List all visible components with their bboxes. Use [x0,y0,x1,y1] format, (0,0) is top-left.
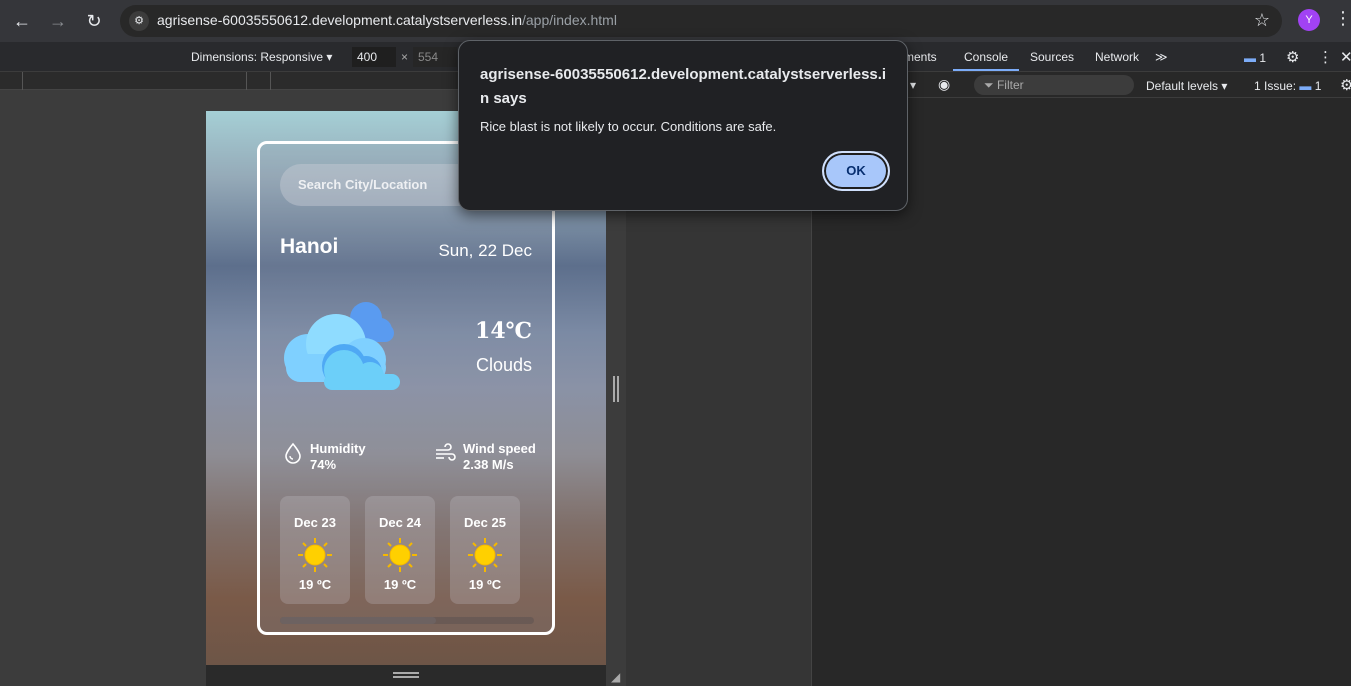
issues-link[interactable]: 1 Issue: ▬ 1 [1254,79,1321,93]
forecast-date: Dec 23 [294,515,336,530]
width-input[interactable]: 400 [352,47,396,67]
temperature: 14℃ [475,318,532,344]
sun-icon [382,537,418,578]
filter-input[interactable]: ⏷ Filter [974,75,1134,95]
default-levels-dropdown[interactable]: Default levels ▾ [1146,79,1227,93]
url-text[interactable]: agrisense-60035550612.development.cataly… [157,12,617,28]
forecast-temp: 19 ºC [383,577,417,592]
profile-avatar[interactable]: Y [1298,9,1320,31]
times-sign: × [401,50,409,64]
browser-toolbar: ← → ↻ ⚙ agrisense-60035550612.developmen… [0,0,1351,42]
alert-dialog: agrisense-60035550612.development.cataly… [458,40,908,211]
filter-icon: ⏷ [984,78,994,92]
dimensions-label: Dimensions: Responsive [191,50,324,64]
url-host: agrisense-60035550612.development.cataly… [157,12,522,28]
width-resize-handle[interactable] [613,376,619,402]
humidity-value: 74% [310,457,337,472]
current-date: Sun, 22 Dec [438,241,532,260]
dialog-message: Rice blast is not likely to occur. Condi… [480,119,777,134]
message-icon: ▬ [1244,51,1256,65]
issues-badge[interactable]: ▬ 1 [1244,51,1266,65]
forecast-temp: 19 ºC [468,577,502,592]
ruler-tick [270,72,271,90]
forecast-card: Dec 25 19 ºC [450,496,520,604]
address-bar[interactable]: ⚙ agrisense-60035550612.development.cata… [120,5,1282,37]
devtools-menu-icon[interactable]: ⋮ [1318,48,1333,66]
eye-icon[interactable]: ◉ [938,76,950,93]
wind-value: 2.38 M/s [463,457,514,472]
dimensions-dropdown[interactable]: Dimensions: Responsive ▾ [191,50,332,64]
height-resize-handle[interactable] [393,672,419,678]
site-info-icon[interactable]: ⚙ [129,11,149,31]
city-name: Hanoi [280,235,339,258]
more-tabs-icon[interactable]: ≫ [1155,50,1168,64]
message-icon: ▬ [1299,79,1312,93]
tab-network[interactable]: Network [1095,50,1139,64]
clouds-icon [278,296,404,397]
scrollbar-thumb[interactable] [280,617,436,624]
weather-card: Search City/Location Hanoi Sun, 22 Dec 1… [257,141,555,635]
browser-menu-icon[interactable]: ⋮ [1334,8,1351,29]
humidity-drop-icon [282,442,304,464]
settings-icon[interactable]: ⚙ [1286,48,1299,66]
forecast-card: Dec 23 19 ºC [280,496,350,604]
issues-count: 1 [1314,79,1322,93]
ruler-tick [22,72,23,90]
tab-elements[interactable]: ments [904,50,937,64]
height-input[interactable]: 554 [413,47,457,67]
ruler-tick [246,72,247,90]
sun-icon [467,537,503,578]
issues-label: 1 Issue: [1254,79,1297,93]
forecast-card: Dec 24 19 ºC [365,496,435,604]
reload-icon[interactable]: ↻ [82,9,106,33]
context-dropdown-icon[interactable]: ▾ [910,78,916,92]
bookmark-star-icon[interactable]: ☆ [1254,10,1270,31]
forecast-scrollbar[interactable] [280,617,534,624]
corner-resize-icon[interactable]: ◢ [611,670,620,684]
forecast-temp: 19 ºC [298,577,332,592]
tab-sources[interactable]: Sources [1030,50,1074,64]
weather-condition: Clouds [475,355,532,375]
console-settings-icon[interactable]: ⚙ [1340,76,1351,94]
close-devtools-icon[interactable]: ✕ [1340,48,1351,66]
wind-label: Wind speed [463,441,536,456]
humidity-label: Humidity [310,441,366,456]
back-arrow-icon[interactable]: ← [10,9,34,33]
sun-icon [297,537,333,578]
filter-placeholder: Filter [996,78,1024,92]
tab-console[interactable]: Console [964,50,1008,64]
issues-badge-count: 1 [1259,51,1267,65]
forward-arrow-icon[interactable]: → [46,9,70,33]
active-tab-indicator [953,69,1019,71]
forecast-date: Dec 24 [379,515,421,530]
ok-button[interactable]: OK [822,151,890,191]
forecast-date: Dec 25 [464,515,506,530]
url-path: /app/index.html [522,12,617,28]
wind-icon [434,442,456,464]
dialog-title: agrisense-60035550612.development.cataly… [480,66,887,107]
